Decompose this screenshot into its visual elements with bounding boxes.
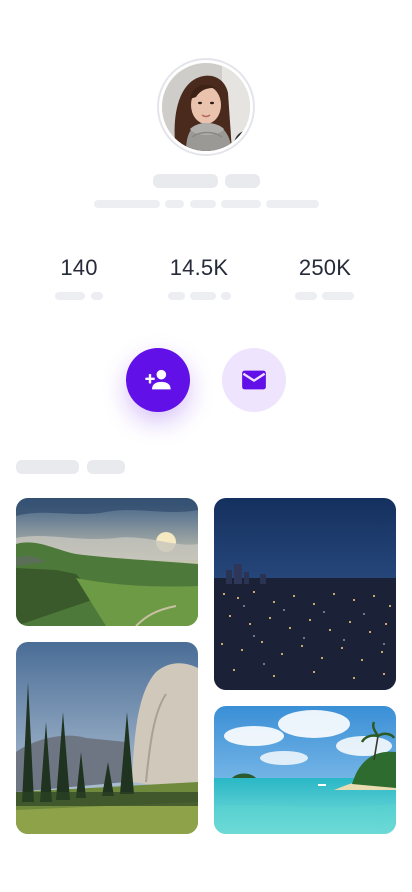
- follow-button[interactable]: [126, 348, 190, 412]
- message-button[interactable]: [222, 348, 286, 412]
- section-title-placeholder: [16, 460, 79, 474]
- section-title-placeholder: [87, 460, 125, 474]
- bio-placeholder: [94, 200, 160, 208]
- stat-label-placeholder: [55, 292, 85, 300]
- name-placeholder: [225, 174, 260, 188]
- stat-label-placeholder: [322, 292, 354, 300]
- bio-placeholder: [165, 200, 184, 208]
- stat-value: 140: [60, 255, 98, 280]
- stat-label-placeholder: [168, 292, 185, 300]
- bio-placeholder: [190, 200, 216, 208]
- stat-label-placeholder: [221, 292, 231, 300]
- gallery-photo-beach[interactable]: [214, 706, 396, 834]
- gallery-photo-cliff[interactable]: [16, 642, 198, 834]
- profile-avatar[interactable]: [157, 58, 255, 156]
- bio-placeholder: [221, 200, 261, 208]
- person-add-icon: [145, 369, 171, 390]
- stat-value: 14.5K: [169, 255, 229, 280]
- stat-value: 250K: [298, 255, 352, 280]
- avatar-photo: [162, 63, 250, 151]
- stat-label-placeholder: [190, 292, 216, 300]
- gallery-photo-city[interactable]: [214, 498, 396, 690]
- mail-icon: [242, 370, 266, 390]
- stat-label-placeholder: [91, 292, 103, 300]
- bio-placeholder: [266, 200, 319, 208]
- stat-label-placeholder: [295, 292, 317, 300]
- gallery-photo-mountain[interactable]: [16, 498, 198, 626]
- name-placeholder: [153, 174, 218, 188]
